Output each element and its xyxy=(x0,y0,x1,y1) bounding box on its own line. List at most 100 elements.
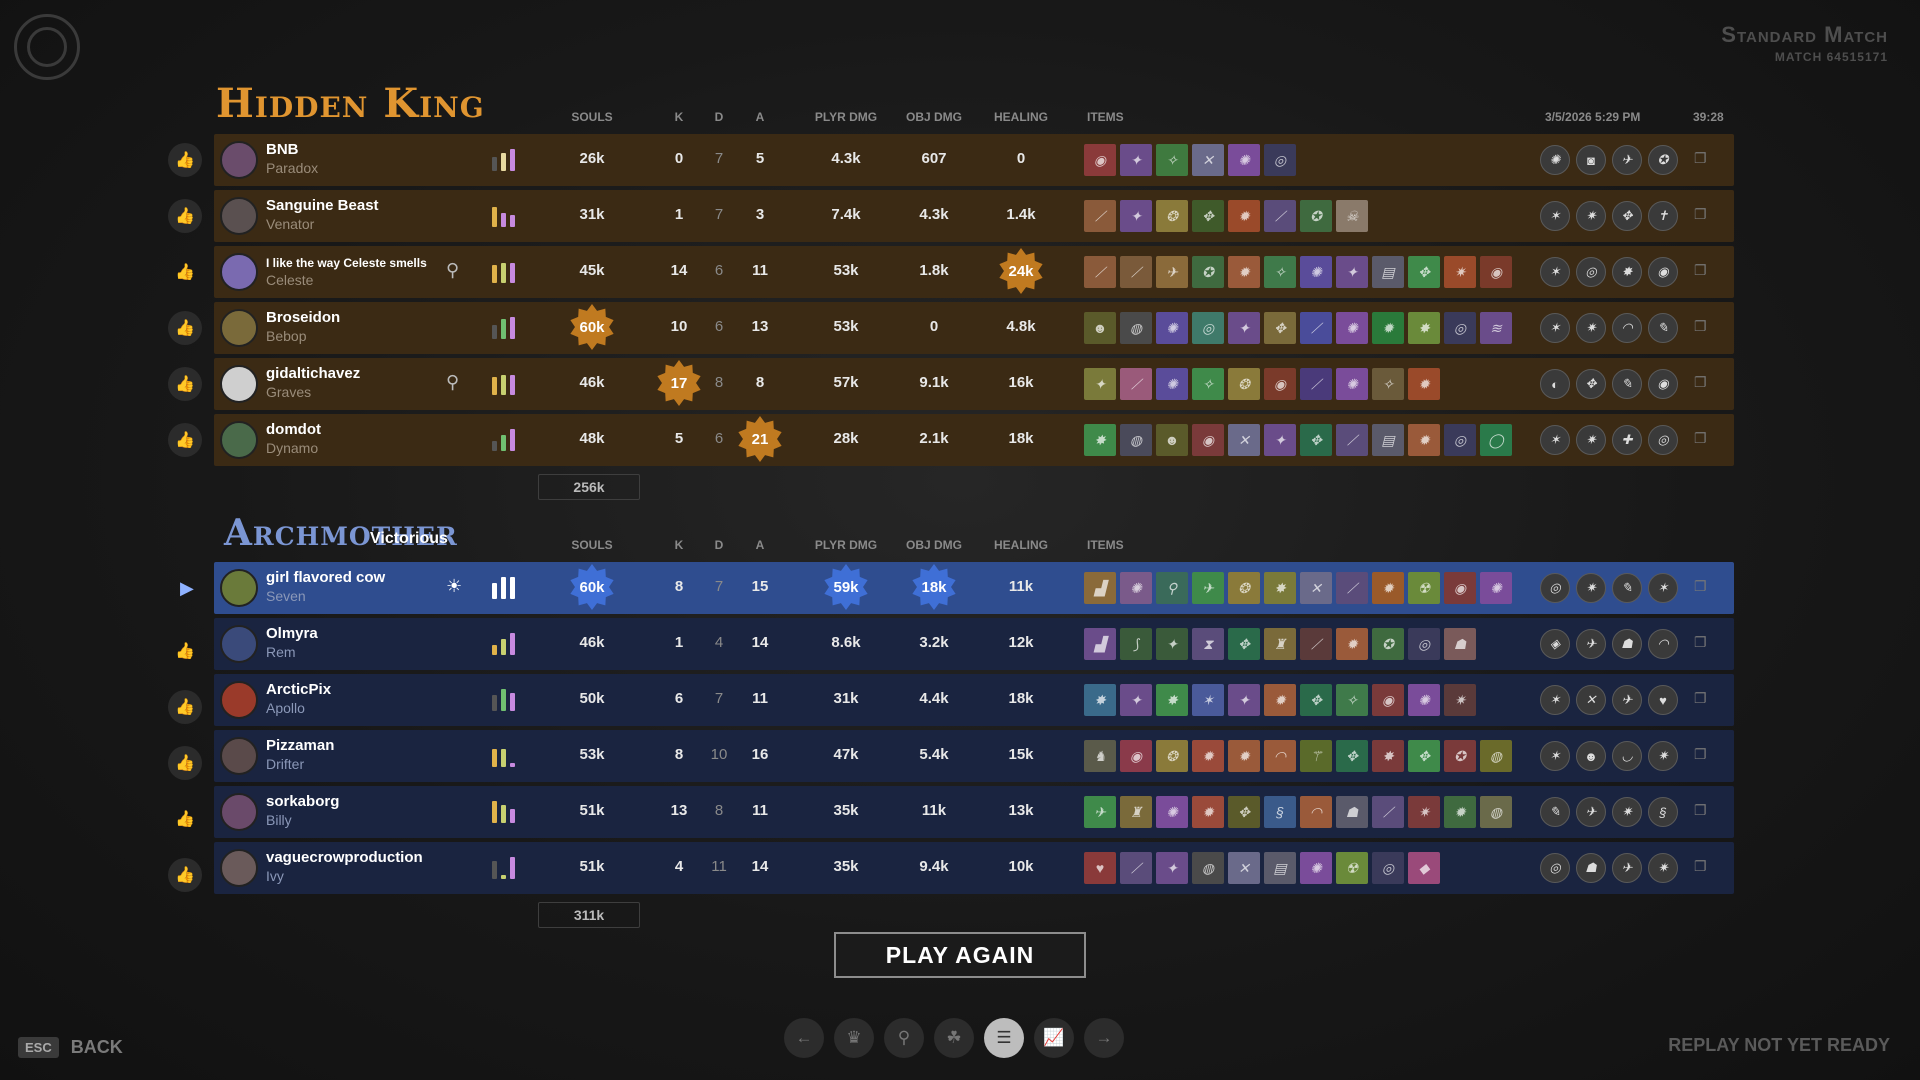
item-icon[interactable]: ✺ xyxy=(1156,368,1188,400)
item-icon[interactable]: ✹ xyxy=(1444,796,1476,828)
upvote-button[interactable]: 👍 xyxy=(168,143,202,177)
item-icon[interactable]: ✪ xyxy=(1300,200,1332,232)
item-icon[interactable]: ❂ xyxy=(1228,368,1260,400)
player-name[interactable]: domdot xyxy=(266,421,321,438)
item-icon[interactable]: ✥ xyxy=(1228,628,1260,660)
ability-icon[interactable]: ✥ xyxy=(1576,369,1606,399)
item-icon[interactable]: ✦ xyxy=(1228,684,1260,716)
item-icon[interactable]: ✥ xyxy=(1300,424,1332,456)
item-icon[interactable]: ✸ xyxy=(1084,424,1116,456)
item-icon[interactable]: § xyxy=(1264,796,1296,828)
item-icon[interactable]: ✕ xyxy=(1228,852,1260,884)
item-icon[interactable]: ◉ xyxy=(1480,256,1512,288)
item-icon[interactable]: ✈ xyxy=(1156,256,1188,288)
item-icon[interactable]: ◍ xyxy=(1120,312,1152,344)
copy-icon[interactable]: ❐ xyxy=(1694,374,1707,391)
build-icon[interactable]: ⚲ xyxy=(884,1018,924,1058)
item-icon[interactable]: ⟋ xyxy=(1084,256,1116,288)
upvote-button[interactable]: 👍 xyxy=(168,423,202,457)
item-icon[interactable]: ♜ xyxy=(1264,628,1296,660)
table-row[interactable]: Olmyra Rem 46k 1 4 14 8.6k 3.2k 12k ▟ ⟆ ✦ ⧗… xyxy=(214,618,1734,670)
ability-icon[interactable]: ♥ xyxy=(1648,685,1678,715)
table-row[interactable]: I like the way Celeste smells Celeste ⚲ … xyxy=(214,246,1734,298)
item-icon[interactable]: ⟆ xyxy=(1120,628,1152,660)
upvote-button[interactable]: 👍 xyxy=(168,199,202,233)
item-icon[interactable]: ✥ xyxy=(1192,200,1224,232)
ability-icon[interactable]: ✎ xyxy=(1648,313,1678,343)
item-icon[interactable]: ✥ xyxy=(1408,740,1440,772)
ability-icon[interactable]: ☗ xyxy=(1612,629,1642,659)
ability-icon[interactable]: ◡ xyxy=(1612,741,1642,771)
item-icon[interactable]: ▤ xyxy=(1372,256,1404,288)
copy-icon[interactable]: ❐ xyxy=(1694,690,1707,707)
item-icon[interactable]: ✺ xyxy=(1336,312,1368,344)
item-icon[interactable]: ✕ xyxy=(1300,572,1332,604)
player-name[interactable]: I like the way Celeste smells xyxy=(266,256,427,270)
item-icon[interactable]: ✹ xyxy=(1372,572,1404,604)
item-icon[interactable]: ✧ xyxy=(1156,144,1188,176)
item-icon[interactable]: ✷ xyxy=(1444,256,1476,288)
item-icon[interactable]: ✺ xyxy=(1300,852,1332,884)
item-icon[interactable]: ✹ xyxy=(1228,200,1260,232)
ability-icon[interactable]: ◉ xyxy=(1648,257,1678,287)
ability-icon[interactable]: ✸ xyxy=(1612,257,1642,287)
ability-icon[interactable]: ✶ xyxy=(1540,313,1570,343)
item-icon[interactable]: ☠ xyxy=(1336,200,1368,232)
copy-icon[interactable]: ❐ xyxy=(1694,578,1707,595)
ability-icon[interactable]: ✪ xyxy=(1648,145,1678,175)
player-name[interactable]: sorkaborg xyxy=(266,793,339,810)
item-icon[interactable]: ✹ xyxy=(1408,424,1440,456)
item-icon[interactable]: ✸ xyxy=(1264,572,1296,604)
item-icon[interactable]: ◉ xyxy=(1084,144,1116,176)
ability-icon[interactable]: ◠ xyxy=(1648,629,1678,659)
item-icon[interactable]: ⟋ xyxy=(1336,572,1368,604)
item-icon[interactable]: ✷ xyxy=(1408,796,1440,828)
item-icon[interactable]: ☢ xyxy=(1336,852,1368,884)
ability-icon[interactable]: ✷ xyxy=(1576,201,1606,231)
ability-icon[interactable]: ✎ xyxy=(1540,797,1570,827)
item-icon[interactable]: ✺ xyxy=(1156,312,1188,344)
ability-icon[interactable]: ✺ xyxy=(1540,145,1570,175)
item-icon[interactable]: ◎ xyxy=(1444,424,1476,456)
item-icon[interactable]: ⚚ xyxy=(1300,740,1332,772)
ability-icon[interactable]: ✈ xyxy=(1576,797,1606,827)
ability-icon[interactable]: ◎ xyxy=(1648,425,1678,455)
upvote-button[interactable]: 👍 xyxy=(168,858,202,892)
item-icon[interactable]: ✶ xyxy=(1192,684,1224,716)
item-icon[interactable]: ◠ xyxy=(1264,740,1296,772)
ability-icon[interactable]: ◎ xyxy=(1540,853,1570,883)
scoreboard-list-icon[interactable]: ☰ xyxy=(984,1018,1024,1058)
item-icon[interactable]: ⟋ xyxy=(1300,312,1332,344)
item-icon[interactable]: ✦ xyxy=(1084,368,1116,400)
item-icon[interactable]: ◉ xyxy=(1444,572,1476,604)
ability-icon[interactable]: ☻ xyxy=(1576,741,1606,771)
copy-icon[interactable]: ❐ xyxy=(1694,318,1707,335)
ability-icon[interactable]: ✶ xyxy=(1540,685,1570,715)
item-icon[interactable]: ◍ xyxy=(1480,796,1512,828)
ability-icon[interactable]: ✷ xyxy=(1576,313,1606,343)
item-icon[interactable]: ✹ xyxy=(1372,312,1404,344)
item-icon[interactable]: ✦ xyxy=(1336,256,1368,288)
item-icon[interactable]: ✺ xyxy=(1156,796,1188,828)
ability-icon[interactable]: ✎ xyxy=(1612,573,1642,603)
item-icon[interactable]: ✧ xyxy=(1264,256,1296,288)
item-icon[interactable]: ⟋ xyxy=(1084,200,1116,232)
item-icon[interactable]: ❂ xyxy=(1228,572,1260,604)
item-icon[interactable]: ✧ xyxy=(1192,368,1224,400)
table-row[interactable]: Broseidon Bebop 60k 10 6 13 53k 0 4.8k ☻… xyxy=(214,302,1734,354)
player-name[interactable]: Sanguine Beast xyxy=(266,197,379,214)
item-icon[interactable]: ✸ xyxy=(1156,684,1188,716)
item-icon[interactable]: ✹ xyxy=(1228,740,1260,772)
item-icon[interactable]: ✥ xyxy=(1408,256,1440,288)
back-button[interactable]: ESC BACK xyxy=(18,1037,123,1058)
ability-icon[interactable]: ✕ xyxy=(1576,685,1606,715)
item-icon[interactable]: ✥ xyxy=(1228,796,1260,828)
item-icon[interactable]: ☗ xyxy=(1336,796,1368,828)
player-name[interactable]: BNB xyxy=(266,141,299,158)
table-row[interactable]: Sanguine Beast Venator 31k 1 7 3 7.4k 4.… xyxy=(214,190,1734,242)
item-icon[interactable]: ⧗ xyxy=(1192,628,1224,660)
ability-icon[interactable]: ✶ xyxy=(1540,741,1570,771)
player-name[interactable]: girl flavored cow xyxy=(266,569,385,586)
ability-icon[interactable]: ◠ xyxy=(1612,313,1642,343)
ability-icon[interactable]: ◎ xyxy=(1576,257,1606,287)
